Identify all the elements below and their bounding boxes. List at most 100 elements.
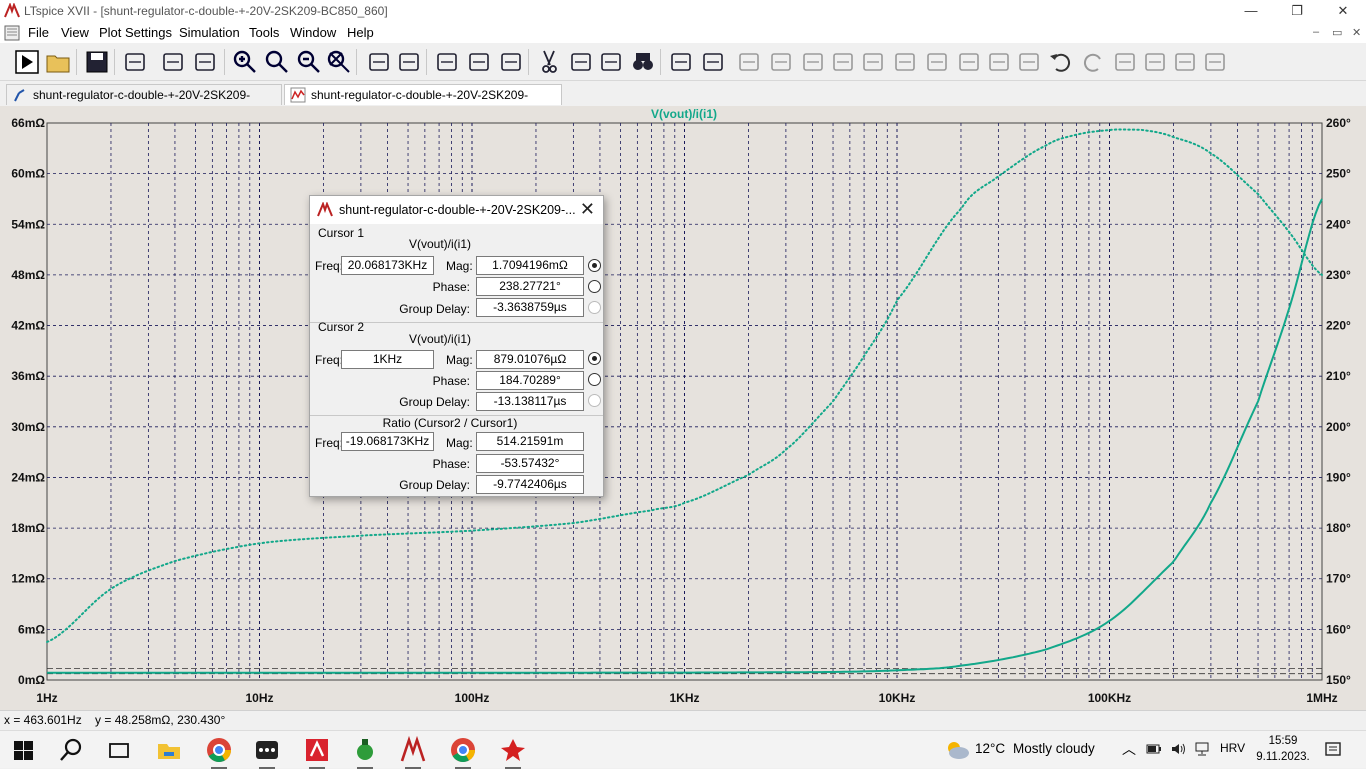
chrome-icon[interactable]: [204, 735, 234, 769]
diode-icon[interactable]: [922, 47, 952, 77]
app-red-icon[interactable]: [498, 735, 528, 769]
cursor1-group-delay-radio[interactable]: [588, 301, 601, 314]
tile-vertical-icon[interactable]: [496, 47, 526, 77]
inductor-icon[interactable]: [890, 47, 920, 77]
drag-icon[interactable]: [1014, 47, 1044, 77]
plot-canvas[interactable]: 1Hz 10Hz 100Hz 1KHz 10KHz 100KHz 1MHz 0mΩ 6mΩ 12m…: [0, 106, 1366, 710]
cursor2-mag-radio[interactable]: [588, 352, 601, 365]
cursor1-mag-radio[interactable]: [588, 259, 601, 272]
cursor2-phase-radio[interactable]: [588, 373, 601, 386]
component-icon[interactable]: [954, 47, 984, 77]
cursor1-phase-radio[interactable]: [588, 280, 601, 293]
add-pane-icon[interactable]: [394, 47, 424, 77]
cascade-icon[interactable]: [464, 47, 494, 77]
menu-view[interactable]: View: [61, 25, 89, 40]
status-bar: x = 463.601Hz y = 48.258mΩ, 230.430°: [0, 710, 1366, 730]
menu-simulation[interactable]: Simulation: [179, 25, 240, 40]
ratio-freq-field[interactable]: -19.068173KHz: [341, 432, 434, 451]
waveform-plot[interactable]: 1Hz 10Hz 100Hz 1KHz 10KHz 100KHz 1MHz 0mΩ 6mΩ 12m…: [0, 106, 1366, 710]
cursor1-group-delay-field[interactable]: -3.3638759µs: [476, 298, 584, 317]
notifications-icon[interactable]: [1324, 741, 1342, 759]
rotate-icon[interactable]: [1110, 47, 1140, 77]
menu-tools[interactable]: Tools: [249, 25, 279, 40]
ltspice-icon[interactable]: [398, 735, 428, 769]
menu-file[interactable]: File: [28, 25, 49, 40]
battery-icon[interactable]: [1146, 741, 1162, 757]
pan-icon[interactable]: [190, 47, 220, 77]
zoom-out-icon[interactable]: [294, 47, 324, 77]
windows-start-icon[interactable]: [8, 735, 38, 765]
ratio-mag-field[interactable]: 514.21591m: [476, 432, 584, 451]
mdi-restore-button[interactable]: ▭: [1332, 26, 1342, 39]
dialog-close-button[interactable]: ✕: [580, 199, 595, 220]
copy-icon[interactable]: [566, 47, 596, 77]
restore-button[interactable]: ❐: [1274, 0, 1320, 23]
cut-icon[interactable]: [534, 47, 564, 77]
zoom-fit-icon[interactable]: [324, 47, 354, 77]
resistor-icon[interactable]: [828, 47, 858, 77]
label-icon[interactable]: [798, 47, 828, 77]
cursor1-phase-field[interactable]: 238.27721°: [476, 277, 584, 296]
close-button[interactable]: ✕: [1320, 0, 1366, 23]
tray-chevron-icon[interactable]: ︿: [1122, 739, 1136, 759]
task-view-icon[interactable]: [104, 735, 134, 765]
cursor2-freq-field[interactable]: 1KHz: [341, 350, 434, 369]
autorange-icon[interactable]: [364, 47, 394, 77]
undo-icon[interactable]: [1046, 47, 1076, 77]
ratio-phase-field[interactable]: -53.57432°: [476, 454, 584, 473]
cursor-dialog[interactable]: shunt-regulator-c-double-+-20V-2SK209-..…: [309, 195, 604, 497]
ground-icon[interactable]: [766, 47, 796, 77]
toolbar-separator: [660, 49, 661, 75]
menu-window[interactable]: Window: [290, 25, 336, 40]
dialog-header[interactable]: shunt-regulator-c-double-+-20V-2SK209-..…: [310, 196, 603, 224]
zoom-area-icon[interactable]: [262, 47, 292, 77]
app-icon[interactable]: [252, 735, 282, 769]
find-icon[interactable]: [628, 47, 658, 77]
network-icon[interactable]: [1194, 741, 1210, 757]
print-setup-icon[interactable]: [698, 47, 728, 77]
mirror-icon[interactable]: [1140, 47, 1170, 77]
redo-icon[interactable]: [1078, 47, 1108, 77]
document-icon[interactable]: [4, 25, 20, 41]
mdi-minimize-button[interactable]: –: [1313, 26, 1319, 38]
y-left-tick-label: 36mΩ: [11, 369, 45, 383]
move-icon[interactable]: [984, 47, 1014, 77]
save-icon[interactable]: [82, 47, 112, 77]
cursor2-phase-field[interactable]: 184.70289°: [476, 371, 584, 390]
app-green-icon[interactable]: [350, 735, 380, 769]
tile-horizontal-icon[interactable]: [432, 47, 462, 77]
tab-schematic[interactable]: shunt-regulator-c-double-+-20V-2SK209-BC…: [6, 84, 282, 122]
paste-icon[interactable]: [596, 47, 626, 77]
spice-directive-icon[interactable]: [1200, 47, 1230, 77]
open-icon[interactable]: [44, 47, 74, 77]
cursor2-group-delay-radio[interactable]: [588, 394, 601, 407]
tab-waveform[interactable]: shunt-regulator-c-double-+-20V-2SK209-BC…: [284, 84, 562, 122]
ratio-group-delay-field[interactable]: -9.7742406µs: [476, 475, 584, 494]
cursor2-mag-field[interactable]: 879.01076µΩ: [476, 350, 584, 369]
y-left-tick-label: 30mΩ: [11, 420, 45, 434]
text-icon[interactable]: [1170, 47, 1200, 77]
control-panel-icon[interactable]: [120, 47, 150, 77]
cursor1-freq-field[interactable]: 20.068173KHz: [341, 256, 434, 275]
run-icon[interactable]: [12, 47, 42, 77]
zoom-in-icon[interactable]: [230, 47, 260, 77]
minimize-button[interactable]: —: [1228, 0, 1274, 23]
cursor2-group-delay-field[interactable]: -13.138117µs: [476, 392, 584, 411]
clock-time: 15:59: [1268, 735, 1298, 747]
print-icon[interactable]: [666, 47, 696, 77]
mdi-close-button[interactable]: ✕: [1352, 26, 1361, 39]
menu-plot-settings[interactable]: Plot Settings: [99, 25, 172, 40]
search-icon[interactable]: [56, 735, 86, 765]
halt-icon[interactable]: [158, 47, 188, 77]
chrome-icon[interactable]: [448, 735, 478, 769]
avast-icon[interactable]: [302, 735, 332, 769]
trace-title[interactable]: V(vout)/i(i1): [651, 107, 717, 121]
file-explorer-icon[interactable]: [154, 735, 184, 765]
capacitor-icon[interactable]: [858, 47, 888, 77]
language-indicator[interactable]: HRV: [1220, 741, 1245, 755]
menu-help[interactable]: Help: [347, 25, 374, 40]
clock[interactable]: 15:59 9.11.2023.: [1252, 733, 1314, 765]
wire-icon[interactable]: [734, 47, 764, 77]
volume-icon[interactable]: [1170, 741, 1186, 757]
cursor1-mag-field[interactable]: 1.7094196mΩ: [476, 256, 584, 275]
